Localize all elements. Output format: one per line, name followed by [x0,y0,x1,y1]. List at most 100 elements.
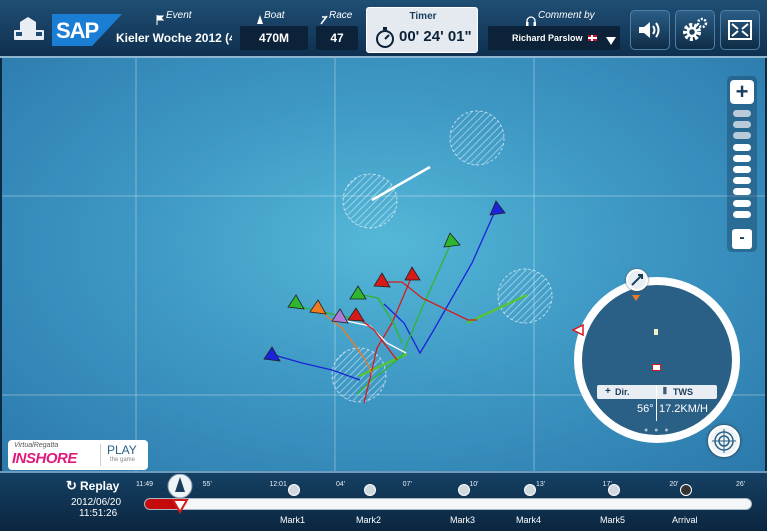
race-map[interactable]: + - + Dir. ⫴ TWS 56° 17.2KM/H ● ● ● Virt… [2,58,765,471]
zoom-level-step[interactable] [733,199,751,207]
replay-time: 11:51:26 [79,508,118,519]
top-bar: SAP Event Kieler Woche 2012 (4' Boat 470… [0,0,767,58]
mark-buoy-icon[interactable] [458,484,470,496]
pagination-dots: ● ● ● [644,427,671,434]
replay-icon: ↻ [66,478,77,493]
promo-play-sub: the game [110,457,136,463]
event-label: Event [166,10,192,21]
recenter-button[interactable] [708,425,740,457]
zoom-level-step[interactable] [733,132,751,140]
replay-date: 2012/06/20 [71,497,122,508]
boat-red-3[interactable] [347,307,365,322]
headphones-icon [526,13,536,26]
boat-green-1[interactable] [443,232,461,248]
race-value: 47 [316,26,358,50]
flag-icon [156,12,165,25]
compass-widget[interactable]: + Dir. ⫴ TWS 56° 17.2KM/H ● ● ● [571,269,740,443]
promo-brand-main: inshore [12,450,77,467]
replay-button[interactable]: ↻ Replay [66,478,132,495]
crosshair-icon [712,429,736,453]
timeline-scrubber[interactable] [166,473,194,514]
mark-buoy-icon[interactable] [608,484,620,496]
promo-brand-top: VirtualRegatta [14,442,59,449]
zoom-level-step[interactable] [733,166,751,173]
zoom-out-label: - [739,229,745,246]
dir-label: Dir. [615,387,630,397]
sail-icon [256,12,264,24]
sound-button[interactable] [630,10,670,50]
timer-label: Timer [409,11,437,22]
replay-bar: ↻ Replay 2012/06/20 11:51:26 11:49 55' 12:… [0,471,767,531]
chevron-down-icon[interactable] [606,33,616,45]
timeline-mark-label: Arrival [672,515,698,525]
speaker-icon [639,22,660,38]
home-icon[interactable] [12,16,46,42]
zoom-level-step[interactable] [733,110,751,117]
timeline-mark-label: Mark4 [516,515,542,525]
danish-flag-icon [588,35,597,41]
boat-orange[interactable] [309,299,327,315]
boat-purple[interactable] [331,308,349,324]
wind-readout: + Dir. ⫴ TWS 56° 17.2KM/H [597,385,717,425]
minimap-mark [654,329,658,335]
tws-label: TWS [673,387,693,397]
zoom-level-step[interactable] [733,154,751,162]
zoom-slider[interactable] [733,110,751,224]
fullscreen-icon [728,20,752,40]
mark-buoy-icon[interactable] [364,484,376,496]
zoom-level-step[interactable] [733,121,751,129]
zoom-level-step[interactable] [733,188,751,196]
boat-red-1[interactable] [404,266,421,281]
mark-zone-1 [449,110,505,166]
zoom-in-label: + [735,79,749,104]
dir-value: 56° [637,403,654,415]
boat-green-2[interactable] [349,285,367,300]
replay-label: Replay [80,479,120,493]
sap-logo-text: SAP [56,18,99,43]
timeline-mark-label: Mark2 [356,515,382,525]
boat-blue-leader[interactable] [489,200,506,216]
app-window: SAP Event Kieler Woche 2012 (4' Boat 470… [0,0,767,531]
zoom-out-button[interactable]: - [732,229,752,249]
mark-buoy-icon[interactable] [524,484,536,496]
tws-icon: ⫴ [663,386,667,396]
stopwatch-icon [375,26,395,48]
boat-label: Boat [264,10,285,21]
commentator-name: Richard Parslow [512,33,583,43]
timer-panel: Timer 00' 24' 01" [366,7,478,53]
commentator-select[interactable]: Richard Parslow [488,26,620,50]
track-white [341,319,407,354]
timeline-mark-label: Mark5 [600,515,626,525]
boat-red-2[interactable] [373,272,391,288]
finish-flag-icon[interactable] [680,484,692,496]
boats [263,200,506,362]
mark-buoy-icon[interactable] [288,484,300,496]
wind-direction-icon: + [605,386,611,397]
gear-icon [683,17,708,41]
minimap-start [652,364,661,371]
track-blue-leader [383,208,497,355]
boat-green-3[interactable] [287,294,305,310]
heading-marker-icon [571,323,584,337]
timeline-marks: Mark1 Mark2 Mark3 Mark4 Mark5 Arrival [136,481,752,531]
virtual-regatta-promo[interactable]: VirtualRegatta inshore PLAY the game [8,440,148,470]
promo-play: PLAY [107,443,137,457]
fullscreen-button[interactable] [720,10,760,50]
zoom-level-step[interactable] [733,177,751,185]
boat-blue-2[interactable] [263,346,281,362]
settings-button[interactable] [675,10,715,50]
event-value: Kieler Woche 2012 (4' [116,31,232,45]
comment-label: Comment by [538,10,595,21]
tws-value: 17.2KM/H [659,403,708,415]
minimap: + Dir. ⫴ TWS 56° 17.2KM/H ● ● ● [582,285,732,435]
zoom-in-button[interactable]: + [730,80,754,104]
timeline-mark-label: Mark3 [450,515,476,525]
timeline-mark-label: Mark1 [280,515,306,525]
wind-arrow-icon [632,288,640,301]
timer-value: 00' 24' 01" [399,28,472,45]
zoom-level-step[interactable] [733,210,751,218]
zoom-level-step[interactable] [733,143,751,151]
boat-value: 470M [240,26,308,50]
race-label: Race [329,10,353,21]
zoom-control: + - [727,76,757,252]
